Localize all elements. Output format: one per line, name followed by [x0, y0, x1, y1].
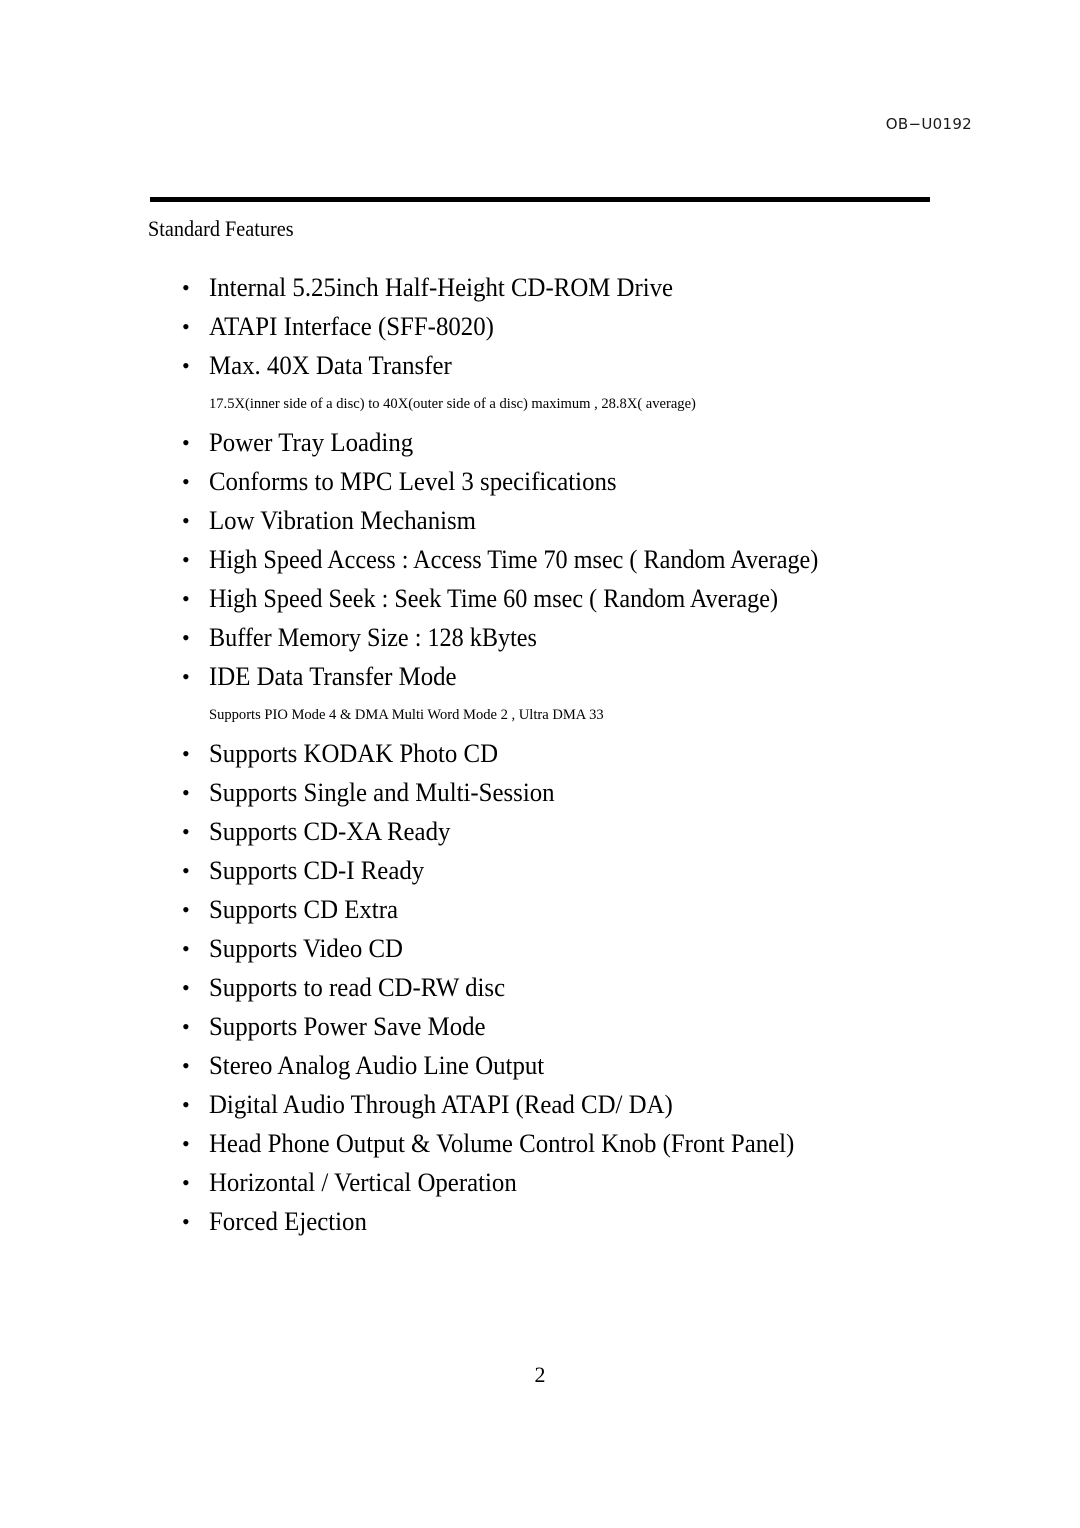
bullet-icon: •: [182, 547, 190, 572]
document-page: OB−U0192 Standard Features • Internal 5.2…: [0, 0, 1080, 1528]
feature-list-item: • Horizontal / Vertical Operation: [150, 1163, 970, 1202]
feature-item-label: Internal 5.25inch Half-Height CD-ROM Dri…: [209, 273, 674, 302]
bullet-icon: •: [182, 936, 190, 961]
feature-list-item: • Internal 5.25inch Half-Height CD-ROM Dr…: [150, 268, 970, 307]
feature-item-label: High Speed Access : Access Time 70 msec …: [209, 545, 819, 574]
feature-note: Supports PIO Mode 4 & DMA Multi Word Mod…: [150, 696, 970, 734]
bullet-icon: •: [182, 819, 190, 844]
feature-note: 17.5X(inner side of a disc) to 40X(outer…: [150, 385, 970, 423]
feature-note-label: Supports PIO Mode 4 & DMA Multi Word Mod…: [209, 707, 604, 723]
feature-item-label: Head Phone Output & Volume Control Knob …: [209, 1129, 795, 1158]
bullet-icon: •: [182, 1053, 190, 1078]
feature-item-label: Power Tray Loading: [209, 428, 414, 457]
bullet-icon: •: [182, 1131, 190, 1156]
feature-list-item: • ATAPI Interface (SFF-8020): [150, 307, 970, 346]
feature-list-item: • Head Phone Output & Volume Control Knob…: [150, 1124, 970, 1163]
feature-note-label: 17.5X(inner side of a disc) to 40X(outer…: [209, 396, 696, 412]
feature-item-label: Supports Power Save Mode: [209, 1012, 486, 1041]
bullet-icon: •: [182, 858, 190, 883]
feature-list-item: • Supports KODAK Photo CD: [150, 734, 970, 773]
bullet-icon: •: [182, 1209, 190, 1234]
bullet-icon: •: [182, 1170, 190, 1195]
feature-item-label: Buffer Memory Size : 128 kBytes: [209, 623, 537, 652]
feature-item-label: Horizontal / Vertical Operation: [209, 1168, 517, 1197]
bullet-icon: •: [182, 975, 190, 1000]
feature-list-item: • Buffer Memory Size : 128 kBytes: [150, 618, 970, 657]
bullet-icon: •: [182, 469, 190, 494]
bullet-icon: •: [182, 625, 190, 650]
bullet-icon: •: [182, 508, 190, 533]
feature-list-item: • Power Tray Loading: [150, 423, 970, 462]
feature-item-label: Supports to read CD-RW disc: [209, 973, 506, 1002]
bullet-icon: •: [182, 780, 190, 805]
feature-list-item: • Max. 40X Data Transfer: [150, 346, 970, 385]
standard-features-list: • Internal 5.25inch Half-Height CD-ROM Dr…: [150, 268, 970, 1241]
page-number: 2: [534, 1362, 546, 1387]
feature-item-label: High Speed Seek : Seek Time 60 msec ( Ra…: [209, 584, 779, 613]
feature-item-label: Supports CD-I Ready: [209, 856, 425, 885]
feature-item-label: Digital Audio Through ATAPI (Read CD/ DA…: [209, 1090, 673, 1119]
feature-list-item: • Supports CD-I Ready: [150, 851, 970, 890]
bullet-icon: •: [182, 1014, 190, 1039]
feature-list-item: • Forced Ejection: [150, 1202, 970, 1241]
feature-item-label: Supports KODAK Photo CD: [209, 739, 499, 768]
feature-item-label: ATAPI Interface (SFF-8020): [209, 312, 494, 341]
feature-list-item: • Low Vibration Mechanism: [150, 501, 970, 540]
feature-list-item: • Conforms to MPC Level 3 specifications: [150, 462, 970, 501]
page-title: Standard Features: [148, 216, 294, 241]
feature-list-item: • High Speed Access : Access Time 70 msec…: [150, 540, 970, 579]
feature-item-label: Supports Single and Multi-Session: [209, 778, 555, 807]
feature-item-label: Conforms to MPC Level 3 specifications: [209, 467, 617, 496]
feature-list-item: • IDE Data Transfer Mode: [150, 657, 970, 696]
bullet-icon: •: [182, 353, 190, 378]
bullet-icon: •: [182, 430, 190, 455]
feature-list-item: • Supports Power Save Mode: [150, 1007, 970, 1046]
feature-list-item: • Digital Audio Through ATAPI (Read CD/ D…: [150, 1085, 970, 1124]
bullet-icon: •: [182, 664, 190, 689]
bullet-icon: •: [182, 586, 190, 611]
feature-list-item: • Supports Single and Multi-Session: [150, 773, 970, 812]
feature-list-item: • Supports CD-XA Ready: [150, 812, 970, 851]
feature-list-item: • High Speed Seek : Seek Time 60 msec ( R…: [150, 579, 970, 618]
feature-item-label: Forced Ejection: [209, 1207, 367, 1236]
document-code-header: OB−U0192: [885, 115, 972, 133]
feature-list-item: • Supports Video CD: [150, 929, 970, 968]
bullet-icon: •: [182, 275, 190, 300]
feature-list-item: • Supports to read CD-RW disc: [150, 968, 970, 1007]
feature-item-label: Supports CD-XA Ready: [209, 817, 451, 846]
feature-item-label: Max. 40X Data Transfer: [209, 351, 452, 380]
header-divider: [150, 197, 930, 202]
feature-item-label: Low Vibration Mechanism: [209, 506, 476, 535]
feature-item-label: Stereo Analog Audio Line Output: [209, 1051, 545, 1080]
feature-list-item: • Supports CD Extra: [150, 890, 970, 929]
feature-list-item: • Stereo Analog Audio Line Output: [150, 1046, 970, 1085]
bullet-icon: •: [182, 1092, 190, 1117]
feature-item-label: Supports Video CD: [209, 934, 403, 963]
bullet-icon: •: [182, 897, 190, 922]
feature-item-label: Supports CD Extra: [209, 895, 398, 924]
bullet-icon: •: [182, 741, 190, 766]
bullet-icon: •: [182, 314, 190, 339]
feature-item-label: IDE Data Transfer Mode: [209, 662, 457, 691]
